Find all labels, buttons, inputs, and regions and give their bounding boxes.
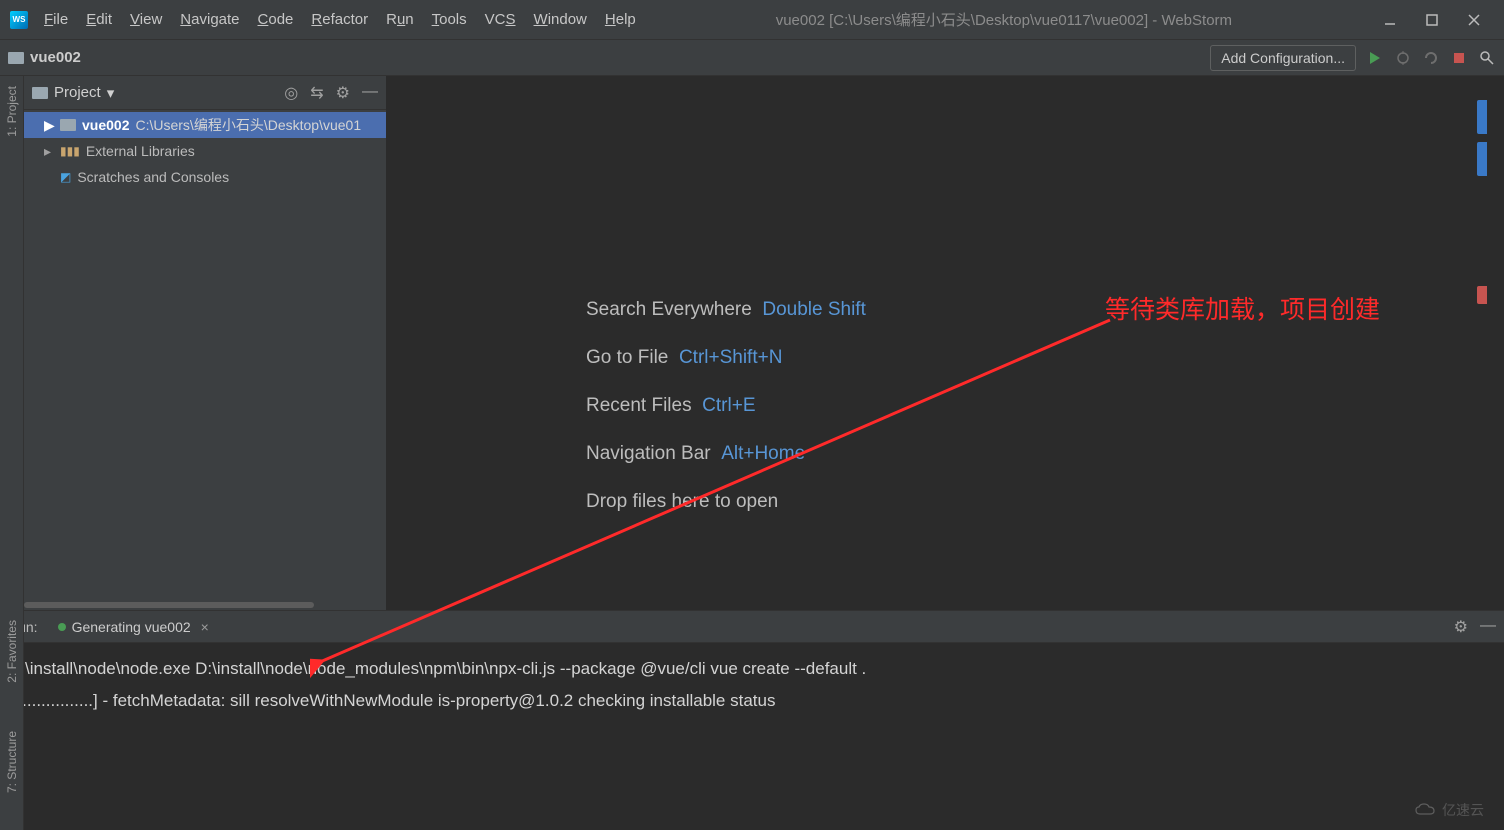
welcome-hints: Search Everywhere Double Shift Go to Fil…	[586, 286, 866, 526]
tree-root-path: C:\Users\编程小石头\Desktop\vue01	[135, 115, 361, 135]
sidebar-tab-favorites[interactable]: 2: Favorites	[5, 616, 19, 687]
run-tab-label: Generating vue002	[72, 619, 191, 635]
run-tabs: Run: Generating vue002 × ⚙ —	[0, 611, 1504, 643]
hint-search-kbd: Double Shift	[762, 299, 866, 320]
right-stub-2	[1477, 142, 1487, 176]
gear-icon[interactable]: ⚙	[336, 83, 350, 103]
run-tab[interactable]: Generating vue002 ×	[50, 615, 217, 639]
folder-icon	[32, 87, 48, 99]
title-bar: WS File Edit View Navigate Code Refactor…	[0, 0, 1504, 40]
minimize-button[interactable]	[1378, 8, 1402, 32]
menu-view[interactable]: View	[122, 7, 170, 32]
tree-label: Scratches and Consoles	[77, 169, 229, 185]
menu-run[interactable]: Run	[378, 7, 422, 32]
hint-recent: Recent Files	[586, 395, 692, 416]
run-panel: Run: Generating vue002 × ⚙ — D:\install\…	[0, 610, 1504, 830]
app-icon: WS	[10, 11, 28, 29]
library-icon: ▮▮▮	[60, 144, 80, 158]
menu-refactor[interactable]: Refactor	[303, 7, 376, 32]
running-indicator-icon	[58, 623, 66, 631]
project-horizontal-scrollbar[interactable]	[24, 600, 386, 610]
annotation-text: 等待类库加载，项目创建	[1105, 290, 1380, 326]
toolbar-right: Add Configuration...	[1210, 45, 1496, 71]
breadcrumb[interactable]: vue002	[8, 49, 81, 66]
chevron-down-icon: ▾	[107, 84, 115, 102]
coverage-icon[interactable]	[1422, 49, 1440, 67]
toolbar: vue002 Add Configuration...	[0, 40, 1504, 76]
editor-area[interactable]: Search Everywhere Double Shift Go to Fil…	[386, 76, 1504, 610]
tree-scratches[interactable]: ◩ Scratches and Consoles	[24, 164, 386, 190]
hint-nav: Navigation Bar	[586, 443, 711, 464]
project-panel-title[interactable]: Project ▾	[32, 84, 114, 102]
menu-code[interactable]: Code	[250, 7, 302, 32]
right-edge	[1460, 40, 1504, 830]
tree-external-libraries[interactable]: ▸ ▮▮▮ External Libraries	[24, 138, 386, 164]
debug-icon[interactable]	[1394, 49, 1412, 67]
hint-recent-kbd: Ctrl+E	[702, 395, 755, 416]
folder-icon	[60, 119, 76, 131]
menu-file[interactable]: File	[36, 7, 76, 32]
console-output[interactable]: D:\install\node\node.exe D:\install\node…	[0, 643, 1504, 830]
left-gutter: 1: Project	[0, 76, 24, 610]
tree-label: External Libraries	[86, 143, 195, 159]
menu-bar: File Edit View Navigate Code Refactor Ru…	[36, 7, 644, 32]
folder-icon	[8, 52, 24, 64]
hint-goto: Go to File	[586, 347, 668, 368]
menu-help[interactable]: Help	[597, 7, 644, 32]
watermark-text: 亿速云	[1442, 800, 1484, 820]
console-line-2: [.................] - fetchMetadata: sil…	[8, 691, 775, 710]
hint-nav-kbd: Alt+Home	[721, 443, 805, 464]
cloud-icon	[1414, 802, 1436, 818]
sidebar-tab-structure[interactable]: 7: Structure	[5, 727, 19, 797]
breadcrumb-label: vue002	[30, 49, 81, 66]
hint-search: Search Everywhere	[586, 299, 752, 320]
scratch-icon: ◩	[60, 170, 71, 184]
hint-drop: Drop files here to open	[586, 491, 778, 512]
project-label: Project	[54, 84, 101, 101]
hint-goto-kbd: Ctrl+Shift+N	[679, 347, 782, 368]
maximize-button[interactable]	[1420, 8, 1444, 32]
watermark: 亿速云	[1414, 800, 1484, 820]
menu-edit[interactable]: Edit	[78, 7, 120, 32]
project-panel-header: Project ▾ ◎ ⇆ ⚙ —	[24, 76, 386, 110]
main-area: 1: Project Project ▾ ◎ ⇆ ⚙ — ▶ vue002 C:…	[0, 76, 1504, 610]
chevron-right-icon[interactable]: ▸	[44, 143, 54, 160]
close-icon[interactable]: ×	[201, 619, 209, 635]
project-tree[interactable]: ▶ vue002 C:\Users\编程小石头\Desktop\vue01 ▸ …	[24, 110, 386, 600]
sidebar-tab-project[interactable]: 1: Project	[5, 82, 19, 141]
right-stub-1	[1477, 100, 1487, 134]
left-gutter-bottom: 2: Favorites 7: Structure	[0, 610, 24, 830]
window-title: vue002 [C:\Users\编程小石头\Desktop\vue0117\v…	[644, 9, 1364, 30]
menu-window[interactable]: Window	[526, 7, 595, 32]
menu-tools[interactable]: Tools	[424, 7, 475, 32]
tree-root-name: vue002	[82, 117, 129, 133]
close-button[interactable]	[1462, 8, 1486, 32]
chevron-right-icon[interactable]: ▶	[44, 117, 54, 134]
menu-navigate[interactable]: Navigate	[172, 7, 247, 32]
add-configuration-button[interactable]: Add Configuration...	[1210, 45, 1356, 71]
run-icon[interactable]	[1366, 49, 1384, 67]
right-stub-3	[1477, 286, 1487, 304]
project-header-tools: ◎ ⇆ ⚙ —	[284, 83, 378, 103]
collapse-icon[interactable]: ⇆	[310, 83, 323, 103]
locate-icon[interactable]: ◎	[284, 83, 298, 103]
window-controls	[1364, 8, 1500, 32]
menu-vcs[interactable]: VCS	[477, 7, 524, 32]
tree-root[interactable]: ▶ vue002 C:\Users\编程小石头\Desktop\vue01	[24, 112, 386, 138]
hide-icon[interactable]: —	[362, 83, 378, 103]
console-line-1: D:\install\node\node.exe D:\install\node…	[8, 659, 866, 678]
project-panel: Project ▾ ◎ ⇆ ⚙ — ▶ vue002 C:\Users\编程小石…	[24, 76, 386, 610]
